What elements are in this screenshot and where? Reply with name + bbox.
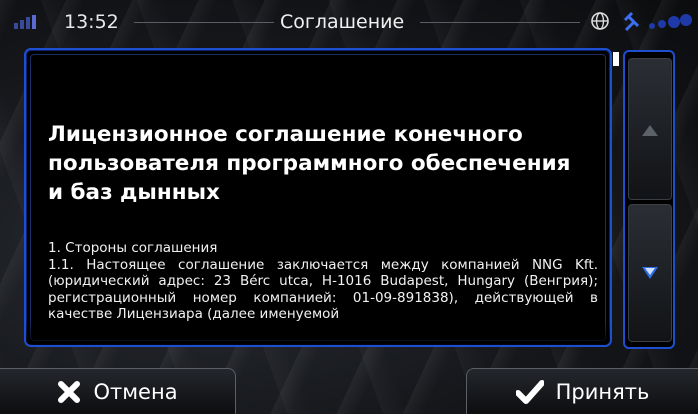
accept-button[interactable]: Принять xyxy=(466,368,698,414)
cancel-label: Отмена xyxy=(93,379,178,404)
arrow-up-icon xyxy=(642,125,658,136)
cancel-button[interactable]: Отмена xyxy=(0,368,236,414)
globe-icon[interactable] xyxy=(590,11,610,31)
signal-strength-icon xyxy=(14,15,40,29)
divider-left xyxy=(134,22,274,23)
clock: 13:52 xyxy=(64,11,119,33)
license-text-panel[interactable]: Лицензионное соглашение конечного пользо… xyxy=(24,48,612,347)
license-paragraph: 1.1. Настоящее соглашение заключается ме… xyxy=(48,256,598,323)
license-title: Лицензионное соглашение конечного пользо… xyxy=(48,122,571,205)
status-bar: 13:52 Соглашение xyxy=(0,0,698,44)
section-heading: 1. Стороны соглашения xyxy=(48,240,218,256)
page-title: Соглашение xyxy=(280,11,405,33)
close-icon xyxy=(58,380,81,403)
scroll-up-button[interactable] xyxy=(628,58,672,200)
accept-label: Принять xyxy=(555,379,650,404)
satellite-icon[interactable] xyxy=(622,10,692,34)
arrow-down-icon xyxy=(642,267,658,279)
scrollbar[interactable] xyxy=(623,50,675,349)
divider-right xyxy=(420,22,580,23)
license-body: 1. Стороны соглашения 1.1. Настоящее сог… xyxy=(48,240,598,323)
scroll-down-button[interactable] xyxy=(628,204,672,342)
scroll-position-indicator xyxy=(613,52,619,66)
checkmark-icon xyxy=(515,379,544,404)
text-fade xyxy=(26,319,610,345)
